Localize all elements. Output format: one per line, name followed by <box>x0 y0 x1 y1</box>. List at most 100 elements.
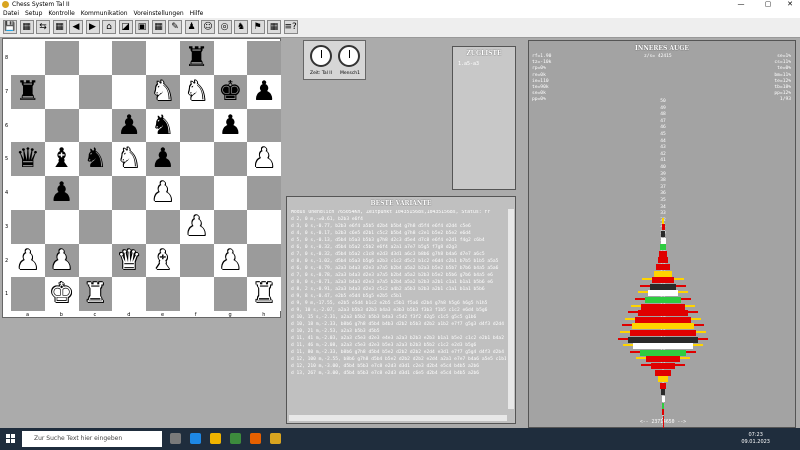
toolbar-button-9[interactable]: ▦ <box>151 20 166 34</box>
square-g5[interactable] <box>213 142 248 176</box>
menu-kommunikation[interactable]: Kommunikation <box>81 10 128 17</box>
square-c4[interactable] <box>78 176 113 210</box>
toolbar-button-17[interactable]: ≡? <box>283 20 298 34</box>
piece-c1[interactable]: ♜ <box>79 277 113 311</box>
maximize-button[interactable]: ▢ <box>757 0 779 9</box>
piece-g2[interactable]: ♟ <box>214 244 248 278</box>
menu-kontrolle[interactable]: Kontrolle <box>48 10 75 17</box>
square-f4[interactable] <box>179 176 214 210</box>
piece-a7[interactable]: ♜ <box>11 75 45 109</box>
piece-e6[interactable]: ♞ <box>146 109 180 143</box>
square-c2[interactable] <box>78 243 113 278</box>
horizontal-scrollbar[interactable] <box>289 415 507 421</box>
toolbar-button-12[interactable]: ☺ <box>201 20 215 34</box>
piece-b4[interactable]: ♟ <box>45 176 79 210</box>
square-e8[interactable] <box>146 41 180 75</box>
vertical-scrollbar[interactable] <box>508 209 514 409</box>
piece-b5[interactable]: ♝ <box>45 142 79 176</box>
piece-d2[interactable]: ♛ <box>112 244 146 278</box>
toolbar-button-16[interactable]: ▦ <box>267 20 281 34</box>
piece-f7[interactable]: ♞ <box>180 75 214 109</box>
square-g3[interactable] <box>213 209 248 244</box>
square-b3[interactable] <box>44 209 79 244</box>
move-list[interactable]: 1.a5-a3 <box>458 61 515 67</box>
toolbar-button-10[interactable]: ✎ <box>168 20 182 34</box>
piece-e7[interactable]: ♞ <box>146 75 180 109</box>
square-f5[interactable] <box>179 142 214 176</box>
square-g4[interactable] <box>213 176 248 210</box>
task-view-icon[interactable] <box>170 433 181 444</box>
chess-app-icon[interactable] <box>270 433 281 444</box>
toolbar-button-8[interactable]: ▣ <box>135 20 149 34</box>
menu-setup[interactable]: Setup <box>25 10 42 17</box>
edge-icon[interactable] <box>190 433 201 444</box>
square-a6[interactable] <box>11 108 45 143</box>
piece-a5[interactable]: ♛ <box>11 142 45 176</box>
square-h2[interactable] <box>247 243 281 278</box>
square-a3[interactable] <box>11 209 45 244</box>
toolbar-button-13[interactable]: ◎ <box>217 20 232 34</box>
square-c6[interactable] <box>78 108 113 143</box>
firefox-icon[interactable] <box>250 433 261 444</box>
toolbar-button-15[interactable]: ⚑ <box>250 20 265 34</box>
store-icon[interactable] <box>230 433 241 444</box>
toolbar-button-1[interactable]: ▦ <box>19 20 34 34</box>
taskbar-search-input[interactable]: Zur Suche Text hier eingeben <box>22 431 162 447</box>
square-d3[interactable] <box>112 209 146 244</box>
windows-start-icon[interactable] <box>6 434 16 444</box>
menu-voreinstellungen[interactable]: Voreinstellungen <box>133 10 183 17</box>
square-g1[interactable] <box>213 277 248 311</box>
toolbar-button-3[interactable]: ▦ <box>52 20 67 34</box>
square-h6[interactable] <box>247 108 281 143</box>
piece-h5[interactable]: ♟ <box>247 142 281 176</box>
clock-tray[interactable]: 07:23 09.01.2023 <box>741 432 770 446</box>
square-b8[interactable] <box>44 41 79 75</box>
square-e1[interactable] <box>146 277 180 311</box>
piece-e2[interactable]: ♝ <box>146 244 180 278</box>
toolbar-button-6[interactable]: ⌂ <box>102 20 116 34</box>
square-a8[interactable] <box>11 41 45 75</box>
piece-f3[interactable]: ♟ <box>180 210 214 244</box>
square-d1[interactable] <box>112 277 146 311</box>
square-h3[interactable] <box>247 209 281 244</box>
chess-board[interactable]: ♜ ♜ ♞ ♞ ♚ ♟ ♟ ♞ ♟ ♛ ♝ ♞ ♞ ♟ ♟ ♟ ♟ ♟ ♟ ♟ ♛ ♝ ♟ ♚ ♜ ♜ <box>11 41 281 311</box>
square-c3[interactable] <box>78 209 113 244</box>
piece-g6[interactable]: ♟ <box>214 109 248 143</box>
square-f1[interactable] <box>179 277 214 311</box>
square-d7[interactable] <box>112 74 146 109</box>
piece-b1[interactable]: ♚ <box>45 277 79 311</box>
piece-e4[interactable]: ♟ <box>146 176 180 210</box>
piece-c5[interactable]: ♞ <box>79 142 113 176</box>
square-a1[interactable] <box>11 277 45 311</box>
square-f6[interactable] <box>179 108 214 143</box>
toolbar-button-0[interactable]: 💾 <box>3 20 17 34</box>
toolbar-button-4[interactable]: ◀ <box>69 20 83 34</box>
piece-b2[interactable]: ♟ <box>45 244 79 278</box>
square-c8[interactable] <box>78 41 113 75</box>
close-button[interactable]: ✕ <box>779 0 800 9</box>
piece-g7[interactable]: ♚ <box>214 75 248 109</box>
toolbar-button-11[interactable]: ♟ <box>184 20 199 34</box>
toolbar-button-5[interactable]: ▶ <box>85 20 100 34</box>
piece-a2[interactable]: ♟ <box>11 244 45 278</box>
square-d4[interactable] <box>112 176 146 210</box>
square-g8[interactable] <box>213 41 248 75</box>
piece-d5[interactable]: ♞ <box>112 142 146 176</box>
square-b7[interactable] <box>44 74 79 109</box>
piece-h7[interactable]: ♟ <box>247 75 281 109</box>
square-h4[interactable] <box>247 176 281 210</box>
piece-h1[interactable]: ♜ <box>247 277 281 311</box>
square-b6[interactable] <box>44 108 79 143</box>
toolbar-button-7[interactable]: ◪ <box>118 20 133 34</box>
square-c7[interactable] <box>78 74 113 109</box>
piece-f8[interactable]: ♜ <box>180 41 214 75</box>
square-a4[interactable] <box>11 176 45 210</box>
toolbar-button-14[interactable]: ♞ <box>234 20 248 34</box>
square-f2[interactable] <box>179 243 214 278</box>
piece-e5[interactable]: ♟ <box>146 142 180 176</box>
square-d8[interactable] <box>112 41 146 75</box>
menu-hilfe[interactable]: Hilfe <box>190 10 204 17</box>
square-h8[interactable] <box>247 41 281 75</box>
piece-d6[interactable]: ♟ <box>112 109 146 143</box>
minimize-button[interactable]: — <box>730 0 752 9</box>
